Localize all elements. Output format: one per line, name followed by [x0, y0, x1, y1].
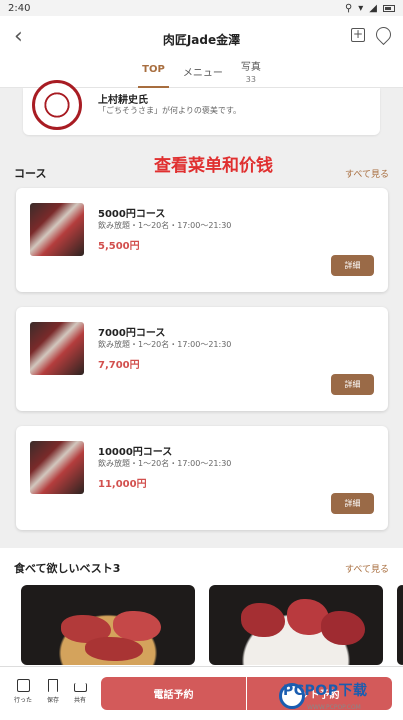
course-photo	[30, 322, 84, 375]
tab-photos[interactable]: 写真 33	[241, 52, 261, 88]
course-card[interactable]: 7000円コース 飲み放題・1〜20名・17:00〜21:30 7,700円 詳…	[16, 307, 388, 411]
courses-section-title: コース	[14, 167, 47, 180]
status-bar: 2:40 ⚲ ▾ ◢	[0, 0, 403, 16]
courses-see-all-link[interactable]: すべて見る	[345, 167, 389, 180]
best-item-photo[interactable]	[397, 585, 403, 665]
battery-icon	[383, 4, 395, 12]
chef-card[interactable]: 上村耕史氏 「ごちそうさま」が何よりの褒美です。	[23, 80, 380, 135]
check-icon	[16, 679, 30, 692]
course-description: 飲み放題・1〜20名・17:00〜21:30	[98, 340, 232, 349]
annotation-overlay-text: 查看菜单和价钱	[154, 156, 273, 176]
location-icon: ⚲	[344, 2, 353, 14]
course-name: 5000円コース	[98, 209, 166, 220]
tab-top[interactable]: TOP	[138, 58, 169, 88]
course-card[interactable]: 10000円コース 飲み放題・1〜20名・17:00〜21:30 11,000円…	[16, 426, 388, 530]
course-card[interactable]: 5000円コース 飲み放題・1〜20名・17:00〜21:30 5,500円 詳…	[16, 188, 388, 292]
course-photo	[30, 203, 84, 256]
best-section: 食べて欲しいベスト3 すべて見る	[0, 548, 403, 666]
page-title: 肉匠Jade金澤	[162, 33, 241, 47]
watermark-brand: PCPOP下载	[283, 683, 368, 699]
signal-icon: ◢	[369, 2, 377, 14]
bookmark-icon	[48, 679, 58, 692]
share-button[interactable]: 共有	[69, 679, 91, 704]
went-button[interactable]: 行った	[12, 679, 34, 704]
meat-slice	[241, 603, 285, 637]
best-section-header: 食べて欲しいベスト3 すべて見る	[0, 560, 403, 576]
course-description: 飲み放題・1〜20名・17:00〜21:30	[98, 221, 232, 230]
save-label: 保存	[46, 697, 59, 704]
meat-slice	[321, 611, 365, 645]
status-icons: ⚲ ▾ ◢	[345, 3, 395, 14]
wifi-icon: ▾	[358, 2, 364, 14]
share-label: 共有	[73, 697, 86, 704]
save-button[interactable]: 保存	[42, 679, 64, 704]
chef-name: 上村耕史氏	[98, 95, 148, 106]
course-price: 5,500円	[98, 241, 140, 252]
best-section-title: 食べて欲しいベスト3	[14, 562, 121, 575]
course-photo	[30, 441, 84, 494]
tab-menu[interactable]: メニュー	[183, 58, 223, 88]
add-icon[interactable]: +	[351, 28, 365, 42]
tab-menu-label: メニュー	[182, 68, 223, 79]
watermark-url: WWW.PCPOP.COM	[307, 704, 361, 711]
phone-reservation-button[interactable]: 電話予約	[101, 677, 246, 710]
best-item-photo[interactable]	[209, 585, 383, 665]
course-detail-button[interactable]: 詳細	[331, 493, 374, 514]
course-price: 7,700円	[98, 360, 140, 371]
course-name: 10000円コース	[98, 447, 173, 458]
course-description: 飲み放題・1〜20名・17:00〜21:30	[98, 459, 232, 468]
course-detail-button[interactable]: 詳細	[331, 255, 374, 276]
app-bar: ‹ 肉匠Jade金澤 + TOP メニュー 写真 33	[0, 16, 403, 88]
tab-photos-label: 写真	[240, 62, 261, 73]
best-item-photo[interactable]	[21, 585, 195, 665]
course-name: 7000円コース	[98, 328, 166, 339]
course-detail-button[interactable]: 詳細	[331, 374, 374, 395]
status-time: 2:40	[8, 2, 31, 14]
course-price: 11,000円	[98, 479, 147, 490]
chef-quote: 「ごちそうさま」が何よりの褒美です。	[98, 106, 242, 115]
meat-slice	[113, 611, 161, 641]
restaurant-crest-logo	[32, 80, 82, 130]
share-icon	[73, 683, 87, 692]
tab-photos-count: 33	[245, 75, 256, 84]
tab-top-label: TOP	[142, 64, 165, 75]
best-see-all-link[interactable]: すべて見る	[345, 562, 389, 575]
went-label: 行った	[13, 697, 32, 704]
meat-slice	[85, 637, 143, 661]
